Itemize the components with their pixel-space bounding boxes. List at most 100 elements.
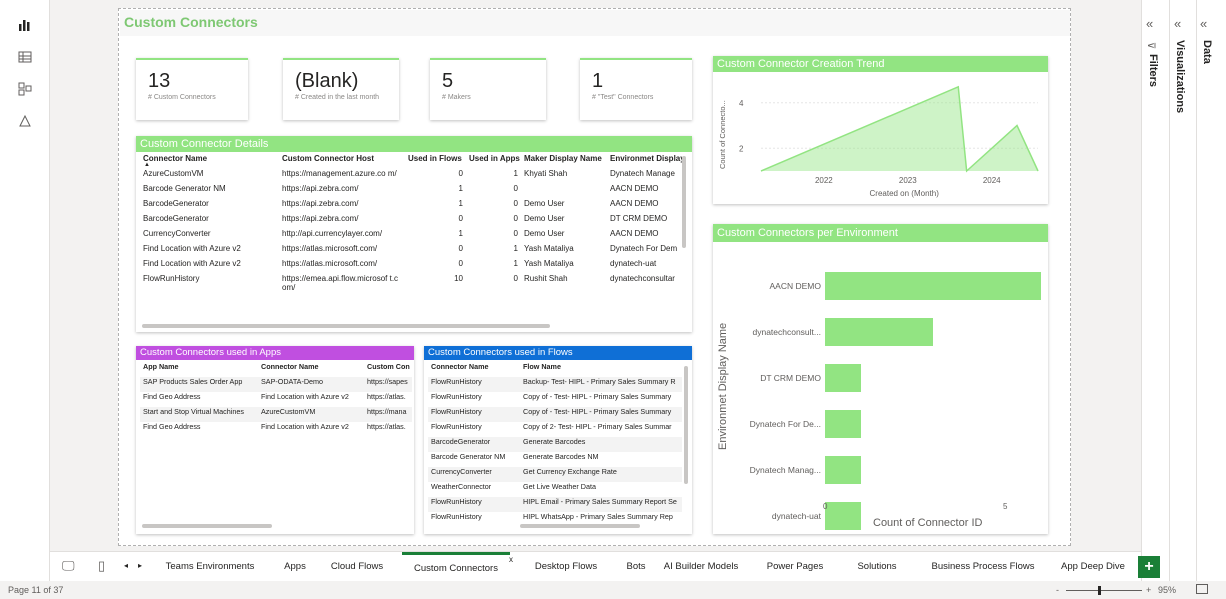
data-pane-label[interactable]: Data: [1201, 40, 1213, 64]
page-indicator: Page 11 of 37: [8, 585, 64, 595]
add-page-button[interactable]: +: [1138, 556, 1160, 578]
table-cell: 1: [513, 244, 518, 253]
column-header[interactable]: Maker Display Name: [521, 154, 607, 169]
table-cell: CurrencyConverter: [431, 467, 492, 476]
column-header[interactable]: Used in Apps: [466, 154, 521, 169]
dax-query-icon[interactable]: [14, 110, 36, 132]
zoom-slider[interactable]: [1066, 590, 1142, 591]
horizontal-scrollbar[interactable]: [520, 524, 640, 528]
tab-desktop-flows[interactable]: Desktop Flows: [524, 552, 608, 582]
x-tick-label: 5: [1003, 502, 1008, 511]
table-row[interactable]: FlowRunHistory HIPL Email - Primary Sales…: [428, 497, 682, 512]
connectors-in-apps-table[interactable]: Custom Connectors used in Apps App Name …: [136, 346, 414, 534]
next-page-icon[interactable]: ▸: [138, 561, 142, 570]
table-cell: FlowRunHistory: [143, 274, 200, 283]
column-header[interactable]: Connector Name: [140, 154, 279, 169]
table-cell: 1: [458, 184, 463, 193]
kpi-card-created-last-month[interactable]: (Blank) # Created in the last month: [283, 58, 399, 120]
table-row[interactable]: FlowRunHistory Copy of 2- Test- HIPL - Pr…: [428, 422, 682, 437]
table-cell: WeatherConnector: [431, 482, 492, 491]
table-row[interactable]: FlowRunHistory https://emea.api.flow.micr…: [140, 274, 684, 292]
creation-trend-chart[interactable]: Custom Connector Creation Trend 2 4 2022 20…: [713, 56, 1048, 204]
column-header[interactable]: Custom Connector Host: [279, 154, 405, 169]
filters-pane-label[interactable]: Filters: [1147, 54, 1159, 87]
column-header[interactable]: Environmet Display: [607, 154, 684, 169]
table-row[interactable]: SAP Products Sales Order App SAP-ODATA-De…: [140, 377, 412, 392]
tab-app-deep-dive[interactable]: App Deep Dive: [1056, 552, 1130, 582]
close-tab-icon[interactable]: x: [509, 555, 513, 564]
table-row[interactable]: FlowRunHistory Copy of - Test- HIPL - Pri…: [428, 392, 682, 407]
horizontal-scrollbar[interactable]: [142, 324, 550, 328]
table-row[interactable]: Find Geo Address Find Location with Azure…: [140, 422, 412, 437]
horizontal-scrollbar[interactable]: [142, 524, 272, 528]
table-cell: BarcodeGenerator: [143, 214, 209, 223]
column-header[interactable]: Used in Flows: [405, 154, 466, 169]
pane-divider: [1196, 0, 1197, 581]
mobile-layout-icon[interactable]: ▯: [98, 558, 105, 574]
tab-business-process-flows[interactable]: Business Process Flows: [920, 552, 1046, 582]
tab-bots[interactable]: Bots: [616, 552, 656, 582]
table-row[interactable]: Find Location with Azure v2 https://atlas…: [140, 244, 684, 259]
chart-title: Custom Connector Creation Trend: [713, 56, 1048, 72]
table-cell: 1: [458, 229, 463, 238]
tab-cloud-flows[interactable]: Cloud Flows: [322, 552, 392, 582]
kpi-card-connectors[interactable]: 13 # Custom Connectors: [136, 58, 248, 120]
table-row[interactable]: BarcodeGenerator https://api.zebra.com/0 0…: [140, 214, 684, 229]
kpi-card-makers[interactable]: 5 # Makers: [430, 58, 546, 120]
tab-power-pages[interactable]: Power Pages: [754, 552, 836, 582]
table-row[interactable]: Barcode Generator NM Generate Barcodes NM: [428, 452, 682, 467]
collapse-data-icon[interactable]: «: [1200, 16, 1207, 31]
apps-grid: App Name Connector Name Custom Con SAP P…: [140, 362, 412, 437]
table-row[interactable]: Barcode Generator NM https://api.zebra.co…: [140, 184, 684, 199]
column-header[interactable]: Connector Name: [428, 362, 520, 377]
table-row[interactable]: BarcodeGenerator https://api.zebra.com/1 0…: [140, 199, 684, 214]
table-cell: 0: [513, 199, 518, 208]
table-cell: https://management.azure.co m/: [282, 169, 397, 178]
table-row[interactable]: FlowRunHistory Backup- Test- HIPL - Prima…: [428, 377, 682, 392]
zoom-out-button[interactable]: -: [1056, 585, 1059, 595]
connectors-per-environment-chart[interactable]: Custom Connectors per Environment AACN D…: [713, 224, 1048, 534]
collapse-visualizations-icon[interactable]: «: [1174, 16, 1181, 31]
column-header[interactable]: App Name: [140, 362, 258, 377]
desktop-layout-icon[interactable]: 🖵: [62, 558, 75, 574]
table-cell: Generate Barcodes: [523, 437, 586, 446]
table-row[interactable]: AzureCustomVM https://management.azure.co…: [140, 169, 684, 184]
sort-ascending-icon[interactable]: ▲: [144, 162, 150, 168]
kpi-card-test-connectors[interactable]: 1 # "Test" Connectors: [580, 58, 692, 120]
table-row[interactable]: WeatherConnector Get Live Weather Data: [428, 482, 682, 497]
column-header[interactable]: Connector Name: [258, 362, 364, 377]
tab-ai-builder-models[interactable]: AI Builder Models: [658, 552, 744, 582]
table-view-icon[interactable]: [14, 46, 36, 68]
zoom-slider-thumb[interactable]: [1098, 586, 1101, 595]
visualizations-pane-label[interactable]: Visualizations: [1174, 40, 1186, 113]
connectors-in-flows-table[interactable]: Custom Connectors used in Flows Connecto…: [424, 346, 692, 534]
tab-solutions[interactable]: Solutions: [844, 552, 910, 582]
column-header[interactable]: Custom Con: [364, 362, 412, 377]
table-row[interactable]: CurrencyConverter http://api.currencylaye…: [140, 229, 684, 244]
model-view-icon[interactable]: [14, 78, 36, 100]
table-row[interactable]: Find Geo Address Find Location with Azure…: [140, 392, 412, 407]
prev-page-icon[interactable]: ◂: [124, 561, 128, 570]
table-cell: Demo User: [524, 199, 565, 208]
category-label: Dynatech Manag...: [750, 465, 821, 475]
tab-custom-connectors[interactable]: Custom Connectors: [402, 552, 510, 582]
connector-details-table[interactable]: Custom Connector Details Connector Name …: [136, 136, 692, 332]
zoom-in-button[interactable]: +: [1146, 585, 1151, 595]
table-row[interactable]: Start and Stop Virtual Machines AzureCust…: [140, 407, 412, 422]
table-row[interactable]: CurrencyConverter Get Currency Exchange R…: [428, 467, 682, 482]
collapse-filters-icon[interactable]: «: [1146, 16, 1153, 31]
vertical-scrollbar[interactable]: [684, 366, 688, 484]
status-bar: Page 11 of 37 - + 95%: [0, 581, 1226, 599]
column-header[interactable]: Flow Name: [520, 362, 682, 377]
table-row[interactable]: FlowRunHistory Copy of - Test- HIPL - Pri…: [428, 407, 682, 422]
table-cell: FlowRunHistory: [431, 497, 482, 506]
table-cell: Khyati Shah: [524, 169, 568, 178]
fit-to-page-icon[interactable]: [1196, 584, 1208, 594]
tab-teams-environments[interactable]: Teams Environments: [154, 552, 266, 582]
kpi-label: # Makers: [442, 94, 471, 101]
vertical-scrollbar[interactable]: [682, 156, 686, 248]
tab-apps[interactable]: Apps: [272, 552, 318, 582]
table-row[interactable]: Find Location with Azure v2 https://atlas…: [140, 259, 684, 274]
table-row[interactable]: BarcodeGenerator Generate Barcodes: [428, 437, 682, 452]
report-view-icon[interactable]: [14, 14, 36, 36]
